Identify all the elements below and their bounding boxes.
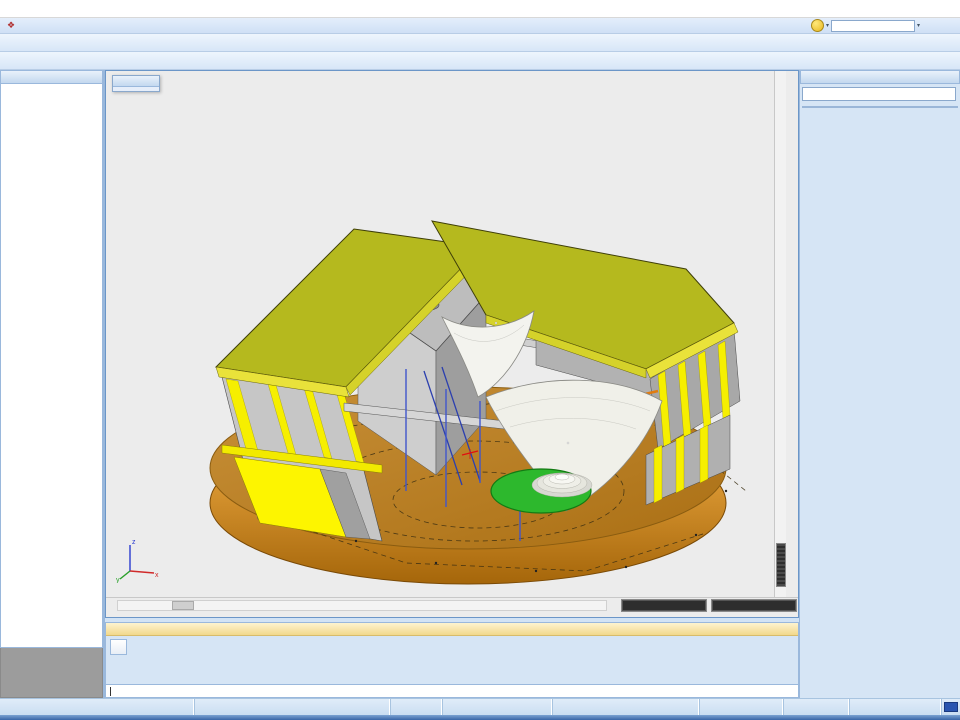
viewport-vscrollbar[interactable] [774, 71, 786, 597]
title-bar [0, 0, 960, 18]
properties-panel [799, 70, 960, 698]
node-dot [495, 322, 497, 324]
properties-table [802, 106, 958, 108]
scroll-right-icon[interactable] [608, 601, 617, 611]
ucs-icon[interactable] [944, 702, 958, 712]
axis-triad: z x y [116, 533, 162, 583]
properties-actions2 [800, 102, 960, 104]
viewport-canvas[interactable]: z x y [106, 71, 786, 597]
mdi-document-icon: ❖ [2, 20, 20, 31]
properties-combo-row [800, 84, 960, 102]
viewport-bottom-bar [106, 597, 798, 613]
status-action-hint [553, 699, 700, 715]
view-toolbar-icons [113, 87, 159, 91]
status-snap-mode[interactable] [700, 699, 784, 715]
properties-combobox[interactable] [802, 87, 956, 101]
activity-display [621, 599, 707, 612]
status-current-ucs[interactable] [850, 699, 942, 715]
toolbar-row2 [0, 52, 960, 70]
viewport-window: z x y [105, 70, 799, 618]
green-playground [491, 469, 592, 513]
window-bottom-edge [0, 715, 960, 720]
help-smiley-icon[interactable] [811, 19, 824, 32]
mdi-minimize-button[interactable] [922, 20, 934, 31]
menu-tree-panel [0, 70, 105, 698]
close-button[interactable] [934, 2, 956, 16]
pointer-mode-button[interactable] [110, 639, 127, 655]
mdi-restore-button[interactable] [934, 20, 946, 31]
vscroll-thumb[interactable] [776, 543, 786, 587]
axis-y-label: y [116, 577, 120, 583]
axis-z-label: z [132, 539, 136, 546]
status-units[interactable] [391, 699, 443, 715]
command-line-panel [105, 622, 799, 698]
command-line-body [106, 636, 798, 684]
menu-tree-list [0, 84, 103, 648]
model-3d[interactable] [106, 71, 786, 597]
mdi-close-button[interactable] [946, 20, 958, 31]
maximize-button[interactable] [908, 2, 930, 16]
minimize-button[interactable] [882, 2, 904, 16]
status-cell-empty [195, 699, 391, 715]
command-input[interactable] [106, 684, 798, 697]
view-toolbar-panel [112, 75, 160, 92]
properties-titlebar [800, 70, 960, 84]
hscroll-thumb[interactable] [172, 601, 194, 610]
status-cell-empty [0, 699, 195, 715]
command-line-titlebar [106, 623, 798, 636]
view-toolbar-titlebar [113, 76, 159, 87]
search-dropdown-icon[interactable]: ▾ [917, 22, 920, 29]
help-search-input[interactable] [831, 20, 915, 32]
status-bar [0, 698, 960, 715]
axis-x-label: x [155, 572, 159, 579]
menu-bar: ❖ ▾ ▾ [0, 18, 960, 34]
text-caret [110, 687, 111, 696]
menu-tree-empty-area [0, 648, 103, 698]
menu-tree-titlebar [0, 70, 103, 84]
help-dropdown-icon[interactable]: ▾ [826, 22, 829, 29]
toolbar-row1 [0, 34, 960, 52]
viewport-hscrollbar[interactable] [117, 600, 607, 611]
scroll-left-icon[interactable] [107, 601, 116, 611]
node-dot [567, 442, 569, 444]
status-filter[interactable] [784, 699, 850, 715]
status-plane[interactable] [443, 699, 553, 715]
scia-engineer-window: { "window": { "icon_glyph": "❖", "title"… [0, 0, 960, 720]
activity-display [711, 599, 797, 612]
